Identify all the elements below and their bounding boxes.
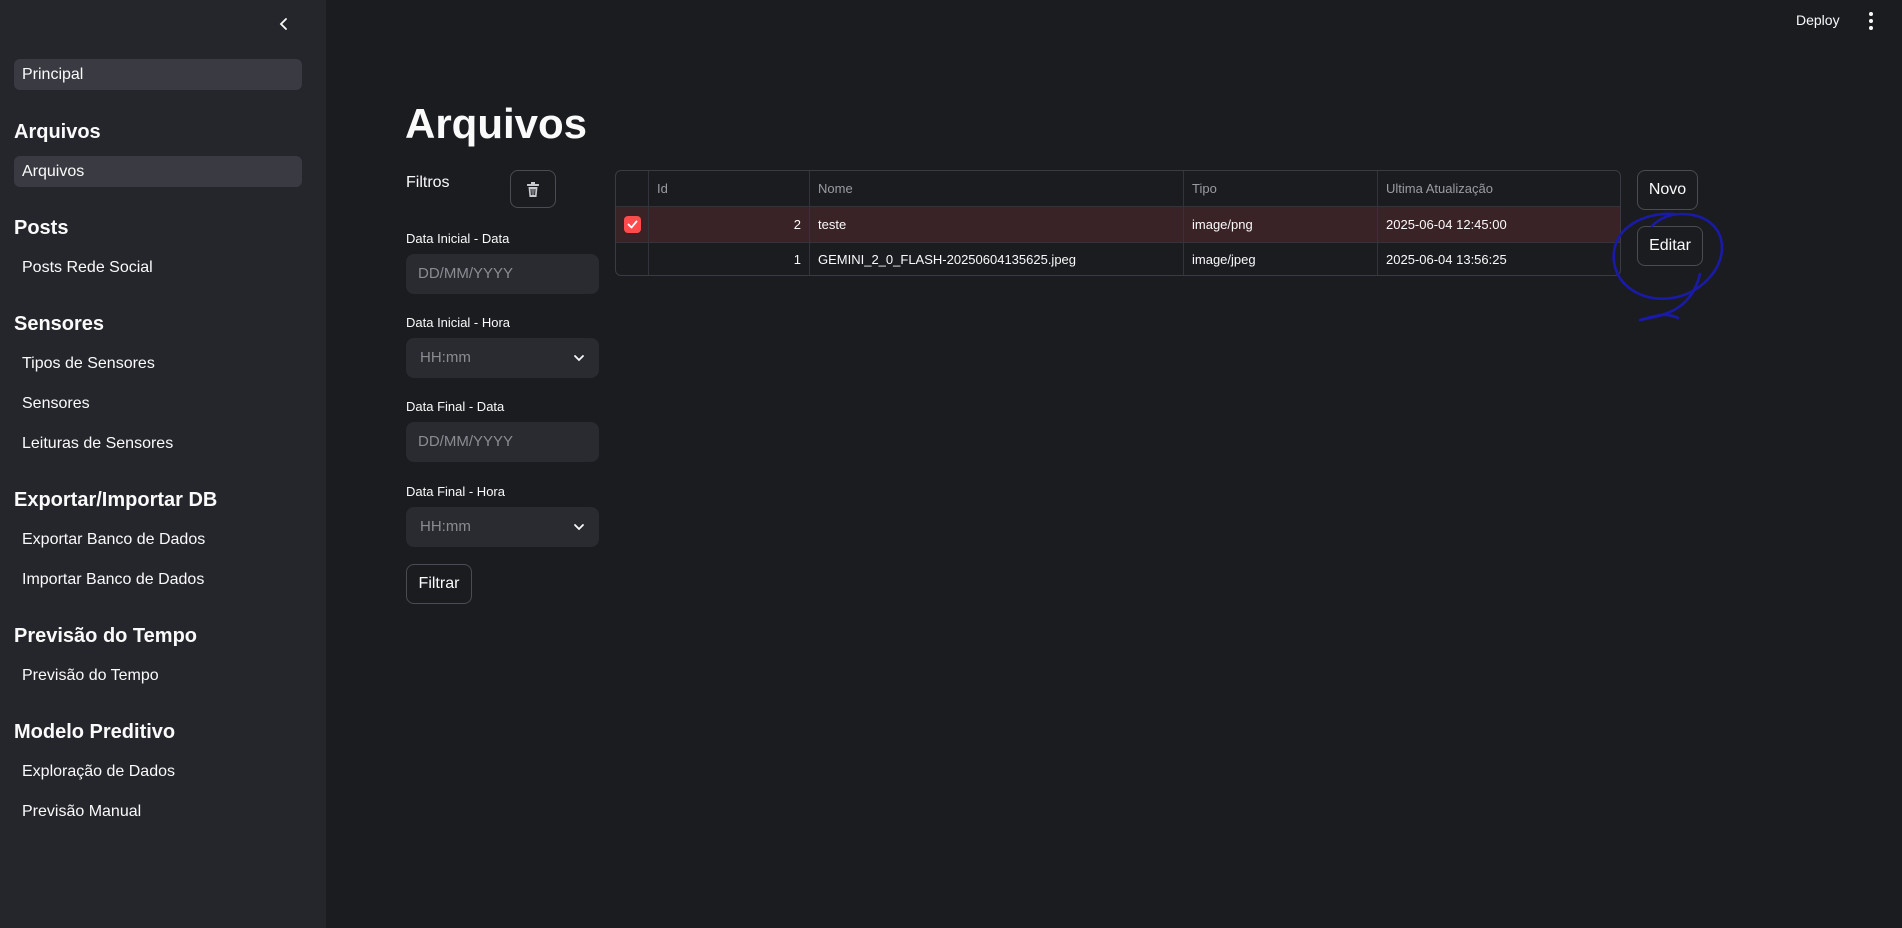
filters-label: Filtros xyxy=(406,174,450,191)
sidebar-item-principal[interactable]: Principal xyxy=(14,59,302,90)
data-inicial-data-label: Data Inicial - Data xyxy=(406,231,510,246)
table-row[interactable]: 1 GEMINI_2_0_FLASH-20250604135625.jpeg i… xyxy=(616,242,1620,275)
sidebar-item-tipos-de-sensores[interactable]: Tipos de Sensores xyxy=(14,348,302,379)
data-final-hora-label: Data Final - Hora xyxy=(406,484,505,499)
cell-id[interactable]: 2 xyxy=(649,207,810,242)
column-header-id[interactable]: Id xyxy=(649,171,810,206)
chevron-left-icon xyxy=(279,18,287,30)
sidebar-item-importar-banco[interactable]: Importar Banco de Dados xyxy=(14,564,302,595)
data-inicial-hora-select[interactable]: HH:mm xyxy=(406,338,599,378)
header-select-cell[interactable] xyxy=(616,171,649,206)
sidebar-section-modelo-preditivo: Modelo Preditivo xyxy=(14,721,176,743)
cell-nome[interactable]: teste xyxy=(810,207,1184,242)
more-vertical-icon[interactable] xyxy=(1864,10,1878,32)
sidebar-section-posts: Posts xyxy=(14,217,69,239)
annotation-circle xyxy=(1612,212,1724,322)
data-inicial-hora-placeholder: HH:mm xyxy=(420,349,471,366)
sidebar-section-sensores: Sensores xyxy=(14,313,105,335)
data-inicial-hora-label: Data Inicial - Hora xyxy=(406,315,511,330)
page-title: Arquivos xyxy=(405,100,588,147)
cell-nome[interactable]: GEMINI_2_0_FLASH-20250604135625.jpeg xyxy=(810,242,1184,275)
sidebar-item-leituras-de-sensores[interactable]: Leituras de Sensores xyxy=(14,428,302,459)
sidebar-item-exportar-banco[interactable]: Exportar Banco de Dados xyxy=(14,524,302,555)
chevron-down-icon xyxy=(574,355,584,362)
chevron-down-icon xyxy=(574,524,584,531)
sidebar: Principal Arquivos Arquivos Posts Posts … xyxy=(0,0,326,928)
sidebar-item-exploracao-de-dados[interactable]: Exploração de Dados xyxy=(14,756,302,787)
files-table: Id Nome Tipo Ultima Atualização 2 teste … xyxy=(615,170,1621,276)
column-header-nome[interactable]: Nome xyxy=(810,171,1184,206)
data-inicial-data-input[interactable]: DD/MM/YYYY xyxy=(406,254,599,294)
filtrar-button[interactable]: Filtrar xyxy=(406,564,472,604)
data-final-data-input[interactable]: DD/MM/YYYY xyxy=(406,422,599,462)
column-header-tipo[interactable]: Tipo xyxy=(1184,171,1378,206)
clear-filters-button[interactable] xyxy=(510,170,556,208)
data-final-hora-select[interactable]: HH:mm xyxy=(406,507,599,547)
data-final-hora-placeholder: HH:mm xyxy=(420,518,471,535)
sidebar-item-sensores[interactable]: Sensores xyxy=(14,388,302,419)
data-final-data-label: Data Final - Data xyxy=(406,399,505,414)
sidebar-item-posts-rede-social[interactable]: Posts Rede Social xyxy=(14,252,302,283)
novo-button[interactable]: Novo xyxy=(1637,170,1698,210)
check-icon xyxy=(627,220,638,229)
deploy-button[interactable]: Deploy xyxy=(1796,12,1840,28)
collapse-sidebar-button[interactable] xyxy=(270,10,298,38)
cell-atualizacao[interactable]: 2025-06-04 13:56:25 xyxy=(1378,242,1620,275)
sidebar-item-arquivos[interactable]: Arquivos xyxy=(14,156,302,187)
row-checkbox[interactable] xyxy=(624,216,641,233)
table-header: Id Nome Tipo Ultima Atualização xyxy=(616,171,1620,207)
cell-id[interactable]: 1 xyxy=(649,242,810,275)
sidebar-item-previsao-manual[interactable]: Previsão Manual xyxy=(14,796,302,827)
row-select-cell[interactable] xyxy=(616,207,649,242)
sidebar-section-exportar-importar: Exportar/Importar DB xyxy=(14,489,218,511)
column-header-ultima-atualizacao[interactable]: Ultima Atualização xyxy=(1378,171,1620,206)
cell-tipo[interactable]: image/png xyxy=(1184,207,1378,242)
row-select-cell[interactable] xyxy=(616,242,649,275)
cell-atualizacao[interactable]: 2025-06-04 12:45:00 xyxy=(1378,207,1620,242)
trash-icon xyxy=(527,181,539,197)
table-row[interactable]: 2 teste image/png 2025-06-04 12:45:00 xyxy=(616,207,1620,243)
sidebar-item-previsao-do-tempo[interactable]: Previsão do Tempo xyxy=(14,660,302,691)
sidebar-section-arquivos: Arquivos xyxy=(14,121,101,143)
sidebar-section-previsao-tempo: Previsão do Tempo xyxy=(14,625,198,647)
cell-tipo[interactable]: image/jpeg xyxy=(1184,242,1378,275)
